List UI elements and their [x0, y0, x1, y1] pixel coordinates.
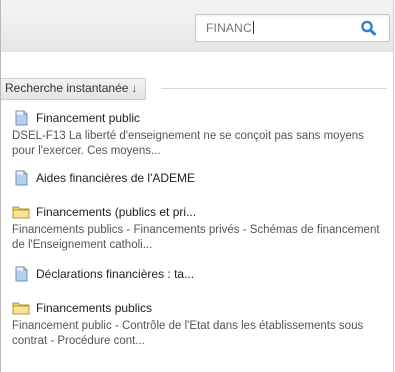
- folder-icon: [12, 206, 30, 219]
- result-item[interactable]: Déclarations financières : ta...: [1, 265, 393, 283]
- document-icon: [15, 266, 28, 282]
- section-divider: [161, 88, 387, 89]
- search-field[interactable]: FINANC: [195, 14, 390, 42]
- result-item[interactable]: Financement public DSEL-F13 La liberté d…: [1, 109, 393, 159]
- document-icon: [15, 110, 28, 126]
- magnifier-icon: [361, 20, 376, 36]
- result-item[interactable]: Financements publics Financement public …: [1, 299, 393, 349]
- document-icon: [15, 170, 28, 186]
- folder-icon: [12, 302, 30, 315]
- result-description: Financement public - Contrôle de l'Etat …: [12, 320, 364, 347]
- result-description: Financements publics - Financements priv…: [12, 224, 380, 251]
- results-area: Recherche instantanée ↓ Financement publi…: [1, 52, 393, 372]
- text-caret: [252, 21, 254, 34]
- sort-arrow-icon: ↓: [131, 81, 138, 95]
- results-list: Financement public DSEL-F13 La liberté d…: [1, 109, 393, 349]
- search-panel: FINANC Recherche instantanée ↓ Financeme…: [0, 0, 394, 372]
- search-button[interactable]: [359, 19, 379, 37]
- instant-search-header[interactable]: Recherche instantanée ↓: [1, 78, 147, 100]
- result-title[interactable]: Aides financières de l'ADEME: [12, 169, 385, 187]
- result-title[interactable]: Financements (publics et pri...: [12, 203, 385, 221]
- result-item[interactable]: Financements (publics et pri... Financem…: [1, 203, 393, 253]
- section-label: Recherche instantanée: [5, 81, 129, 95]
- result-title[interactable]: Financement public: [12, 109, 385, 127]
- search-toolbar: FINANC: [1, 0, 393, 53]
- result-description: DSEL-F13 La liberté d'enseignement ne se…: [12, 130, 364, 157]
- result-item[interactable]: Aides financières de l'ADEME: [1, 169, 393, 187]
- search-input[interactable]: FINANC: [206, 19, 254, 37]
- result-title[interactable]: Déclarations financières : ta...: [12, 265, 385, 283]
- result-title[interactable]: Financements publics: [12, 299, 385, 317]
